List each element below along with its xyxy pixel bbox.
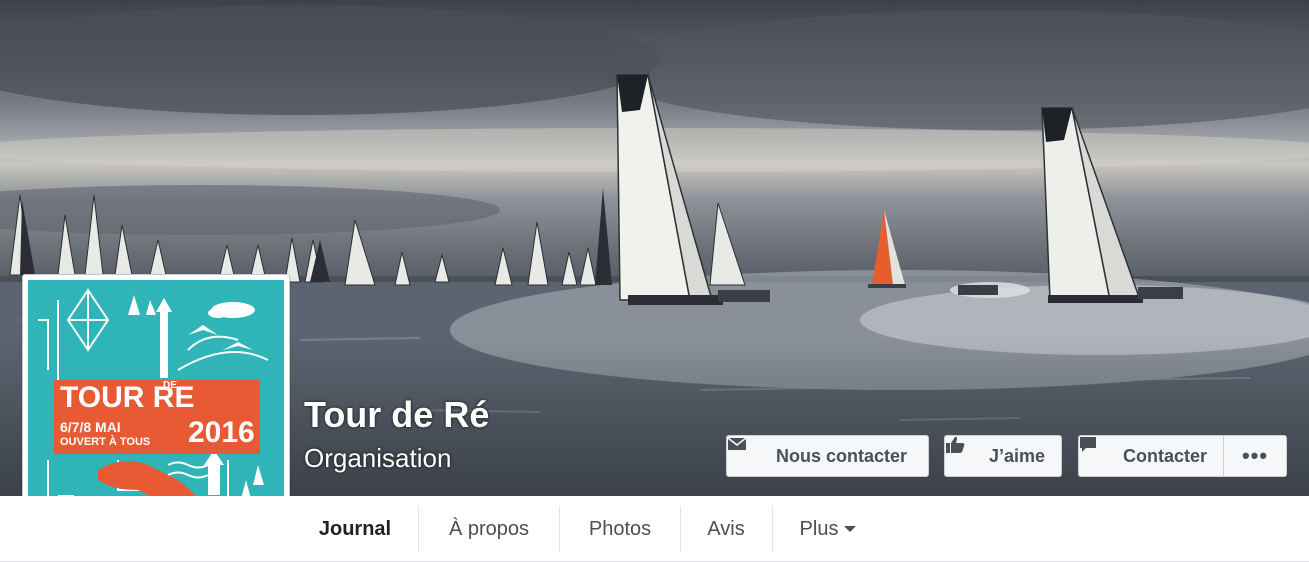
thumbs-up-icon bbox=[946, 436, 981, 466]
tab-journal[interactable]: Journal bbox=[296, 496, 414, 562]
speech-bubble-icon bbox=[1080, 437, 1115, 466]
message-label: Contacter bbox=[1122, 445, 1207, 466]
ellipsis-icon: ••• bbox=[1241, 443, 1269, 468]
contact-us-button[interactable]: Nous contacter bbox=[726, 435, 929, 477]
tab-more[interactable]: Plus bbox=[773, 496, 883, 562]
logo-year: 2016 bbox=[188, 416, 255, 449]
logo-subtitle: OUVERT À TOUS bbox=[60, 436, 151, 448]
more-options-button[interactable]: ••• bbox=[1223, 435, 1287, 477]
message-button[interactable]: Contacter bbox=[1078, 435, 1223, 477]
logo-de: DE bbox=[163, 380, 177, 391]
page-category[interactable]: Organisation bbox=[304, 443, 451, 474]
tab-about[interactable]: À propos bbox=[420, 496, 558, 562]
logo-dates: 6/7/8 MAI bbox=[60, 419, 121, 435]
tab-divider bbox=[418, 506, 419, 552]
facebook-page-header: Tour de Ré Organisation Nous contacter J… bbox=[0, 0, 1309, 562]
envelope-icon bbox=[727, 437, 768, 466]
tab-reviews[interactable]: Avis bbox=[681, 496, 771, 562]
like-label: J’aime bbox=[988, 445, 1046, 466]
tab-photos[interactable]: Photos bbox=[560, 496, 680, 562]
chevron-down-icon bbox=[844, 526, 857, 532]
contact-us-label: Nous contacter bbox=[775, 445, 908, 466]
page-nav-tabs: Journal À propos Photos Avis Plus bbox=[0, 496, 1309, 562]
tab-more-label: Plus bbox=[799, 517, 839, 540]
like-button[interactable]: J’aime bbox=[944, 435, 1062, 477]
page-title[interactable]: Tour de Ré bbox=[304, 394, 489, 436]
